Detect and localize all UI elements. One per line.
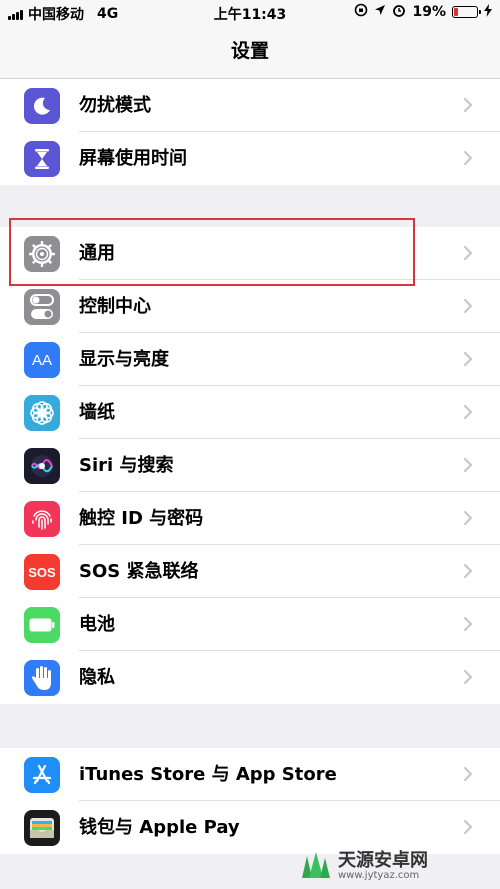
siri-icon: [24, 448, 60, 484]
settings-group-1: 勿扰模式 屏幕使用时间: [0, 79, 500, 185]
wallet-icon: [24, 810, 60, 846]
chevron-right-icon: [463, 404, 473, 420]
rotation-lock-icon: [354, 3, 368, 21]
gear-icon: [24, 236, 60, 272]
chevron-right-icon: [463, 351, 473, 367]
chevron-right-icon: [463, 457, 473, 473]
chevron-right-icon: [463, 298, 473, 314]
setting-label: 触控 ID 与密码: [79, 508, 204, 529]
setting-label: 电池: [79, 614, 115, 635]
chevron-right-icon: [463, 819, 473, 835]
setting-row-control-center[interactable]: 控制中心: [0, 280, 500, 333]
setting-label: 通用: [79, 243, 115, 264]
page-title: 设置: [230, 40, 269, 62]
setting-row-battery[interactable]: 电池: [0, 598, 500, 651]
settings-group-2: 通用 控制中心 AA 显示与亮度 墙纸 Siri 与搜索 触控 ID 与密码 S…: [0, 227, 500, 704]
setting-label: 隐私: [79, 667, 115, 688]
watermark-logo-icon: [302, 852, 330, 878]
chevron-right-icon: [463, 245, 473, 261]
app-store-icon: [24, 757, 60, 793]
setting-label: SOS 紧急联络: [79, 561, 199, 582]
setting-label: iTunes Store 与 App Store: [79, 764, 337, 785]
hourglass-icon: [24, 141, 60, 177]
text-size-icon: AA: [24, 342, 60, 378]
chevron-right-icon: [463, 669, 473, 685]
sos-icon: SOS: [24, 554, 60, 590]
setting-label: 墙纸: [79, 402, 115, 423]
battery-icon: [452, 6, 481, 18]
chevron-right-icon: [463, 616, 473, 632]
setting-row-screen-time[interactable]: 屏幕使用时间: [0, 132, 500, 185]
chevron-right-icon: [463, 97, 473, 113]
setting-label: 钱包与 Apple Pay: [79, 817, 240, 838]
setting-row-emergency-sos[interactable]: SOS SOS 紧急联络: [0, 545, 500, 598]
toggles-icon: [24, 289, 60, 325]
charging-bolt-icon: [484, 3, 492, 21]
battery-percent: 19%: [412, 4, 446, 20]
watermark-url: www.jytyaz.com: [338, 870, 420, 882]
watermark-title: 天源安卓网: [338, 849, 428, 871]
nav-bar: 设置: [0, 26, 500, 79]
setting-row-wallpaper[interactable]: 墙纸: [0, 386, 500, 439]
setting-label: 控制中心: [79, 296, 151, 317]
hand-icon: [24, 660, 60, 696]
setting-row-itunes-app-store[interactable]: iTunes Store 与 App Store: [0, 748, 500, 801]
setting-label: 显示与亮度: [79, 349, 169, 370]
moon-icon: [24, 88, 60, 124]
battery-icon: [24, 607, 60, 643]
setting-row-general[interactable]: 通用: [0, 227, 500, 280]
chevron-right-icon: [463, 766, 473, 782]
setting-row-siri-search[interactable]: Siri 与搜索: [0, 439, 500, 492]
status-bar: 中国移动 4G 上午11:43 19%: [0, 0, 500, 26]
chevron-right-icon: [463, 150, 473, 166]
setting-label: Siri 与搜索: [79, 455, 174, 476]
location-icon: [374, 4, 386, 20]
alarm-icon: [392, 3, 406, 21]
flower-icon: [24, 395, 60, 431]
setting-label: 屏幕使用时间: [79, 148, 187, 169]
setting-row-display-brightness[interactable]: AA 显示与亮度: [0, 333, 500, 386]
setting-row-privacy[interactable]: 隐私: [0, 651, 500, 704]
setting-row-touch-id-passcode[interactable]: 触控 ID 与密码: [0, 492, 500, 545]
chevron-right-icon: [463, 510, 473, 526]
setting-label: 勿扰模式: [79, 95, 151, 116]
fingerprint-icon: [24, 501, 60, 537]
watermark: 天源安卓网 www.jytyaz.com: [298, 848, 428, 884]
chevron-right-icon: [463, 563, 473, 579]
settings-group-3: iTunes Store 与 App Store 钱包与 Apple Pay: [0, 748, 500, 854]
status-right: 19%: [354, 3, 492, 21]
setting-row-do-not-disturb[interactable]: 勿扰模式: [0, 79, 500, 132]
setting-row-wallet-apple-pay[interactable]: 钱包与 Apple Pay: [0, 801, 500, 854]
